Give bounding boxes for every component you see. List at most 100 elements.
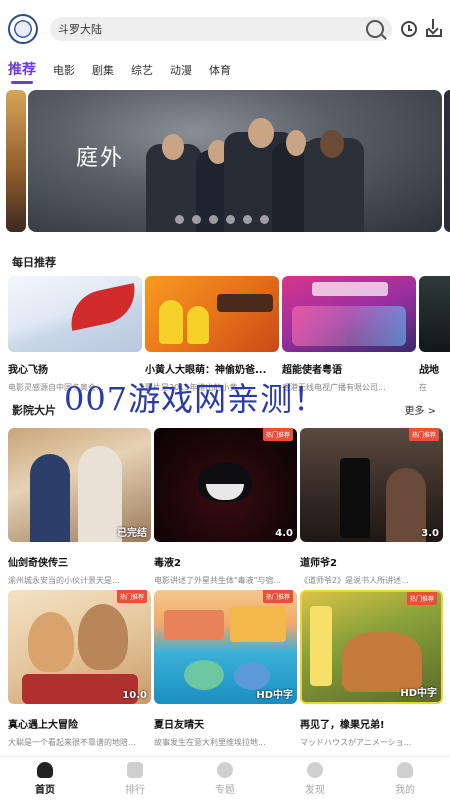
- poster-art: [159, 300, 183, 344]
- nav-label: 专题: [215, 784, 235, 796]
- movie-poster[interactable]: 热门推荐 3.0: [300, 428, 443, 542]
- search-input[interactable]: 斗罗大陆: [58, 21, 366, 37]
- poster-art: [310, 606, 332, 686]
- movie-quality: HD中字: [256, 690, 293, 701]
- movie-card[interactable]: 热门推荐 HD中字 再见了，橡果兄弟! マッドハウスがアニメーショ...: [300, 590, 443, 748]
- banner-figure-head: [320, 130, 344, 158]
- movie-card[interactable]: 热门推荐 3.0 道师爷2 《道师爷2》是说书人所讲述...: [300, 428, 443, 586]
- movies-section-title: 影院大片: [12, 404, 56, 417]
- banner-figure-head: [248, 118, 274, 148]
- search-bar[interactable]: 斗罗大陆: [50, 17, 392, 41]
- nav-label: 排行: [125, 784, 145, 796]
- hot-badge: 热门推荐: [116, 590, 147, 603]
- daily-desc: 在: [419, 383, 427, 392]
- movie-title: 仙剑奇侠传三: [8, 558, 68, 569]
- play-icon: [307, 761, 323, 778]
- daily-poster[interactable]: [8, 276, 142, 352]
- tab-movie[interactable]: 电影: [53, 62, 75, 84]
- movie-quality: HD中字: [400, 688, 437, 699]
- daily-poster[interactable]: [282, 276, 416, 352]
- poster-art: [187, 306, 209, 344]
- nav-label: 我的: [395, 784, 415, 796]
- carousel-dot[interactable]: [175, 215, 184, 224]
- movie-card[interactable]: 已完结 仙剑奇侠传三 渝州城永安当的小伙计景天是...: [8, 428, 151, 586]
- nav-discover[interactable]: 发现: [270, 757, 360, 800]
- banner-figure-head: [162, 134, 184, 160]
- poster-art: [217, 294, 273, 312]
- movie-desc: 大聪是一个看起来很不靠谱的地陪...: [8, 738, 136, 747]
- movie-desc: マッドハウスがアニメーショ...: [300, 738, 412, 747]
- download-icon[interactable]: [426, 19, 442, 37]
- banner-next-peek[interactable]: [444, 90, 450, 232]
- carousel-dot[interactable]: [209, 215, 218, 224]
- hot-badge: 热门推荐: [406, 592, 437, 605]
- movie-poster[interactable]: 热门推荐 HD中字: [300, 590, 443, 704]
- poster-art: [184, 660, 224, 690]
- nav-mine[interactable]: 我的: [360, 757, 450, 800]
- movie-title: 再见了，橡果兄弟!: [300, 720, 385, 731]
- movie-card[interactable]: 热门推荐 HD中字 夏日友晴天 故事发生在意大利里维埃拉地...: [154, 590, 297, 748]
- watermark-text: 007游戏网亲测！: [64, 380, 327, 418]
- banner-carousel[interactable]: 庭外: [0, 90, 450, 232]
- nav-ranking[interactable]: 排行: [90, 757, 180, 800]
- banner-figure-head: [286, 130, 306, 156]
- home-icon: [37, 761, 53, 778]
- banner-title: 庭外: [76, 146, 125, 171]
- tab-sports[interactable]: 体育: [209, 62, 231, 84]
- movie-score: 10.0: [122, 690, 147, 701]
- poster-art: [22, 674, 138, 704]
- history-icon[interactable]: [401, 21, 417, 37]
- movie-poster[interactable]: 热门推荐 HD中字: [154, 590, 297, 704]
- movie-poster[interactable]: 已完结: [8, 428, 151, 542]
- poster-art: [340, 458, 370, 538]
- movie-card[interactable]: 热门推荐 4.0 毒液2 电影讲述了外星共生体"毒液"与宿...: [154, 428, 297, 586]
- grid-icon: [127, 761, 143, 778]
- movie-poster[interactable]: 热门推荐 4.0: [154, 428, 297, 542]
- movie-score: 4.0: [275, 528, 293, 539]
- nav-topics[interactable]: 专题: [180, 757, 270, 800]
- movie-poster[interactable]: 热门推荐 10.0: [8, 590, 151, 704]
- poster-art: [65, 283, 141, 331]
- poster-art: [386, 468, 426, 542]
- movie-card[interactable]: 热门推荐 10.0 真心遇上大冒险 大聪是一个看起来很不靠谱的地陪...: [8, 590, 151, 748]
- nav-label: 发现: [305, 784, 325, 796]
- poster-art: [230, 606, 286, 642]
- daily-poster[interactable]: [419, 276, 450, 352]
- movie-title: 毒液2: [154, 558, 181, 569]
- more-link[interactable]: 更多 >: [404, 402, 436, 417]
- carousel-dot[interactable]: [226, 215, 235, 224]
- carousel-dot[interactable]: [260, 215, 269, 224]
- carousel-dot[interactable]: [192, 215, 201, 224]
- search-icon[interactable]: [366, 20, 384, 38]
- carousel-dot[interactable]: [243, 215, 252, 224]
- banner-slide[interactable]: 庭外: [28, 90, 442, 232]
- poster-art: [312, 282, 388, 296]
- tab-series[interactable]: 剧集: [92, 62, 114, 84]
- hot-badge: 热门推荐: [262, 590, 293, 603]
- daily-title: 战地: [419, 365, 439, 376]
- movie-desc: 渝州城永安当的小伙计景天是...: [8, 576, 120, 585]
- tab-anime[interactable]: 动漫: [170, 62, 192, 84]
- top-header: 斗罗大陆: [0, 0, 450, 58]
- topic-icon: [217, 761, 233, 778]
- tab-variety[interactable]: 综艺: [131, 62, 153, 84]
- movie-title: 夏日友晴天: [154, 720, 204, 731]
- daily-section-title: 每日推荐: [12, 256, 56, 269]
- movie-desc: 电影讲述了外星共生体"毒液"与宿...: [154, 576, 281, 585]
- bottom-nav: 首页 排行 专题 发现 我的: [0, 756, 450, 800]
- poster-art: [292, 306, 406, 346]
- poster-art: [164, 610, 224, 640]
- movie-status: 已完结: [117, 528, 147, 539]
- tab-recommend[interactable]: 推荐: [8, 59, 36, 84]
- daily-poster[interactable]: [145, 276, 279, 352]
- app-logo-icon[interactable]: [8, 14, 38, 44]
- nav-home[interactable]: 首页: [0, 757, 90, 800]
- carousel-dots: [175, 215, 277, 224]
- poster-art: [342, 632, 422, 692]
- banner-prev-peek[interactable]: [6, 90, 26, 232]
- category-tabs: 推荐 电影 剧集 综艺 动漫 体育: [0, 58, 450, 84]
- hot-badge: 热门推荐: [408, 428, 439, 441]
- user-icon: [397, 761, 413, 778]
- poster-art: [28, 612, 74, 672]
- daily-card[interactable]: 战地 在: [419, 276, 450, 392]
